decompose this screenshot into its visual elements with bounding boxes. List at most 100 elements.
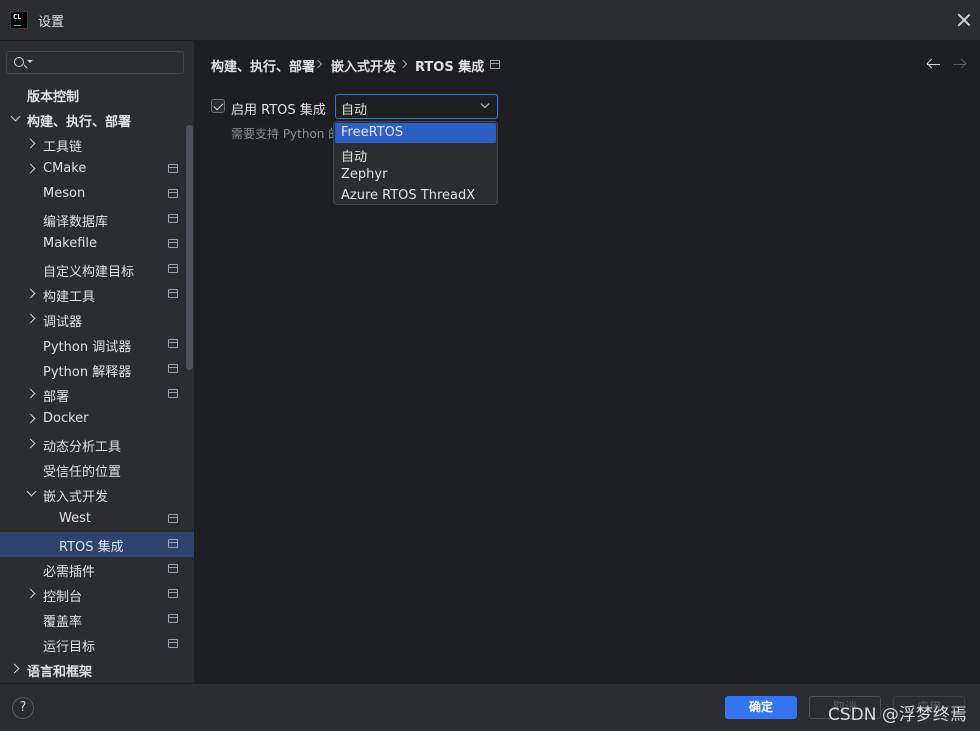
window-title: 设置 <box>38 15 65 30</box>
project-scope-icon <box>168 164 178 173</box>
option-label: 自动 <box>341 150 368 165</box>
option-label: Azure RTOS ThreadX <box>341 188 476 203</box>
project-scope-icon <box>168 564 178 573</box>
chevron-right-icon[interactable] <box>25 438 36 449</box>
dropdown-option-zephyr[interactable]: Zephyr <box>335 165 496 185</box>
tree-item-trusted-locations[interactable]: 受信任的位置 <box>0 457 194 482</box>
tree-item-label: 嵌入式开发 <box>43 490 109 505</box>
dropdown-option-azure-rtos[interactable]: Azure RTOS ThreadX <box>335 186 496 206</box>
tree-item-build-tools[interactable]: 构建工具 <box>0 282 194 307</box>
tree-item-label: Python 解释器 <box>43 365 132 380</box>
chevron-down-icon[interactable] <box>10 111 21 122</box>
tree-item-label: 调试器 <box>43 315 83 330</box>
rtos-type-dropdown: FreeRTOS 自动 Zephyr Azure RTOS ThreadX <box>333 121 498 205</box>
tree-item-label: 构建、执行、部署 <box>27 115 132 130</box>
tree-item-label: 工具链 <box>43 140 83 155</box>
tree-item-debugger[interactable]: 调试器 <box>0 307 194 332</box>
tree-item-label: 语言和框架 <box>27 665 93 680</box>
tree-item-meson[interactable]: Meson <box>0 182 194 207</box>
project-scope-icon <box>168 264 178 273</box>
watermark: CSDN @浮梦终焉 <box>828 705 967 725</box>
tree-item-label: Python 调试器 <box>43 340 132 355</box>
tree-item-languages-frameworks[interactable]: 语言和框架 <box>0 657 194 682</box>
project-scope-icon <box>168 214 178 223</box>
project-scope-icon <box>168 389 178 398</box>
help-icon[interactable]: ? <box>12 697 34 719</box>
search-icon <box>14 57 24 67</box>
project-scope-icon <box>168 589 178 598</box>
rtos-type-value: 自动 <box>341 103 368 118</box>
breadcrumb-item[interactable]: 嵌入式开发 <box>331 56 396 75</box>
enable-rtos-checkbox[interactable] <box>211 99 225 113</box>
ok-button[interactable]: 确定 <box>725 696 797 719</box>
tree-item-label: 控制台 <box>43 590 83 605</box>
tree-item-dynamic-analysis-tools[interactable]: 动态分析工具 <box>0 432 194 457</box>
chevron-right-icon[interactable] <box>25 138 36 149</box>
tree-item-version-control[interactable]: 版本控制 <box>0 82 194 107</box>
chevron-down-icon[interactable] <box>26 486 37 497</box>
tree-item-required-plugins[interactable]: 必需插件 <box>0 557 194 582</box>
breadcrumb-item[interactable]: 构建、执行、部署 <box>211 56 315 75</box>
back-arrow-icon[interactable] <box>926 58 942 72</box>
tree-item-label: Makefile <box>43 236 98 251</box>
project-scope-icon <box>168 364 178 373</box>
project-scope-icon <box>168 289 178 298</box>
tree-item-console[interactable]: 控制台 <box>0 582 194 607</box>
tree-item-label: 版本控制 <box>27 90 80 105</box>
forward-arrow-icon[interactable] <box>952 58 968 72</box>
project-scope-icon <box>490 60 500 69</box>
tree-item-compilation-database[interactable]: 编译数据库 <box>0 207 194 232</box>
chevron-right-icon[interactable] <box>25 588 36 599</box>
tree-item-label: 必需插件 <box>43 565 96 580</box>
search-options-caret-icon[interactable] <box>27 60 33 63</box>
option-label: Zephyr <box>341 167 388 182</box>
tree-item-label: CMake <box>43 161 87 176</box>
tree-item-label: Meson <box>43 186 86 201</box>
tree-item-toolchains[interactable]: 工具链 <box>0 132 194 157</box>
tree-item-deployment[interactable]: 部署 <box>0 382 194 407</box>
chevron-right-icon[interactable] <box>25 413 36 424</box>
clion-logo-icon: CL <box>10 11 28 29</box>
chevron-right-icon[interactable] <box>25 163 36 174</box>
tree-item-label: Docker <box>43 411 89 426</box>
project-scope-icon <box>168 239 178 248</box>
tree-item-label: 受信任的位置 <box>43 465 122 480</box>
tree-item-run-targets[interactable]: 运行目标 <box>0 632 194 657</box>
tree-item-label: 覆盖率 <box>43 615 83 630</box>
tree-item-rtos-integration[interactable]: RTOS 集成 <box>0 532 194 557</box>
tree-item-docker[interactable]: Docker <box>0 407 194 432</box>
tree-item-makefile[interactable]: Makefile <box>0 232 194 257</box>
tree-item-coverage[interactable]: 覆盖率 <box>0 607 194 632</box>
tree-item-label: 运行目标 <box>43 640 96 655</box>
project-scope-icon <box>168 614 178 623</box>
chevron-right-icon[interactable] <box>25 388 36 399</box>
python-hint-text: 需要支持 Python 的 <box>231 127 341 141</box>
chevron-right-icon[interactable] <box>25 288 36 299</box>
tree-item-python-debugger[interactable]: Python 调试器 <box>0 332 194 357</box>
chevron-right-icon[interactable] <box>9 663 20 674</box>
tree-item-label: 编译数据库 <box>43 215 109 230</box>
tree-item-custom-build-targets[interactable]: 自定义构建目标 <box>0 257 194 282</box>
tree-item-label: West <box>59 511 91 526</box>
tree-item-label: 自定义构建目标 <box>43 265 135 280</box>
project-scope-icon <box>168 539 178 548</box>
rtos-type-select[interactable]: 自动 <box>335 94 498 119</box>
option-label: FreeRTOS <box>341 125 404 140</box>
search-input[interactable] <box>6 51 184 74</box>
tree-item-build-execution-deployment[interactable]: 构建、执行、部署 <box>0 107 194 132</box>
project-scope-icon <box>168 339 178 348</box>
tree-item-cmake[interactable]: CMake <box>0 157 194 182</box>
close-icon[interactable] <box>956 12 972 28</box>
enable-rtos-label[interactable]: 启用 RTOS 集成 <box>231 99 326 118</box>
dropdown-option-freertos[interactable]: FreeRTOS <box>335 123 496 143</box>
breadcrumb-current: RTOS 集成 <box>415 60 485 75</box>
title-bar: CL 设置 <box>0 0 980 41</box>
breadcrumb-separator-icon <box>398 59 408 69</box>
project-scope-icon <box>168 189 178 198</box>
chevron-right-icon[interactable] <box>25 313 36 324</box>
tree-item-west[interactable]: West <box>0 507 194 532</box>
tree-item-embedded-development[interactable]: 嵌入式开发 <box>0 482 194 507</box>
dropdown-option-auto[interactable]: 自动 <box>335 144 496 165</box>
project-scope-icon <box>168 514 178 523</box>
tree-item-python-interpreter[interactable]: Python 解释器 <box>0 357 194 382</box>
